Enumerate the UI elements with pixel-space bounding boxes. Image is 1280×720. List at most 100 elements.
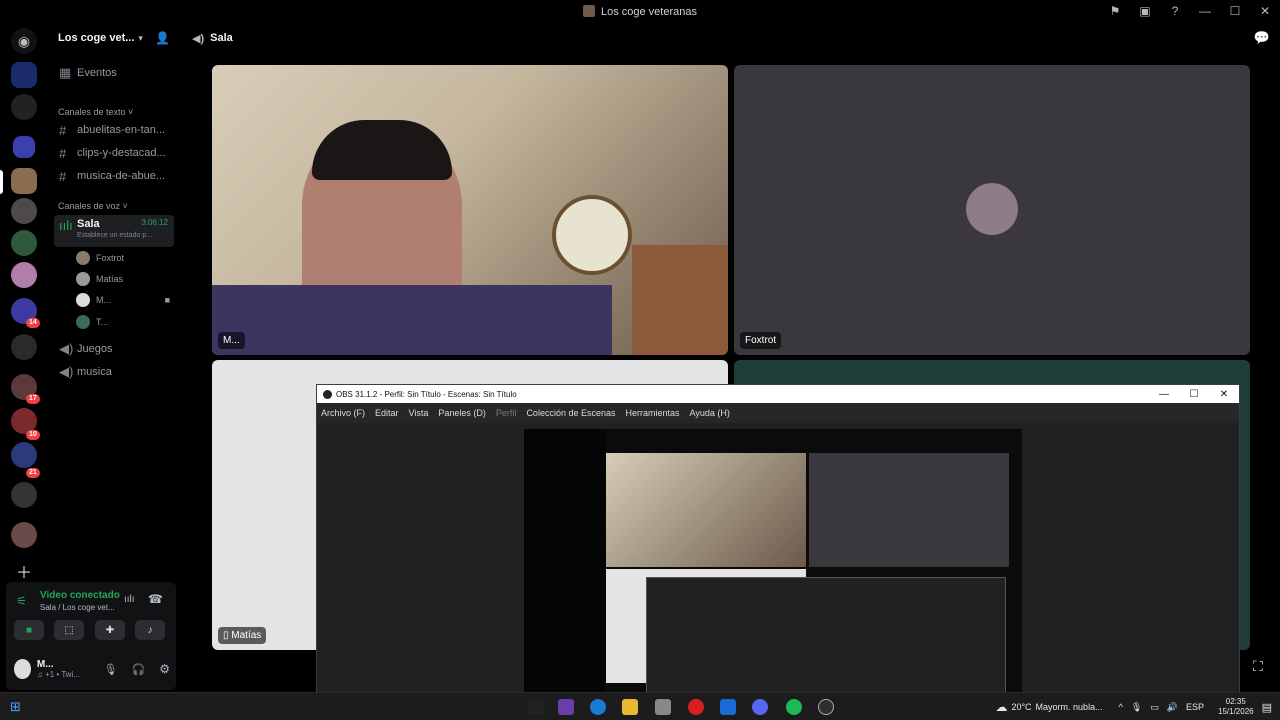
windows-start-icon[interactable]: ⊞: [10, 699, 21, 715]
screen-share-button[interactable]: ⬚: [54, 620, 84, 640]
gear-icon[interactable]: ⚙: [159, 662, 170, 676]
server-folder[interactable]: [11, 522, 37, 548]
obs-menu-editar[interactable]: Editar: [375, 408, 399, 418]
help-icon[interactable]: ?: [1160, 0, 1190, 22]
inbox-icon[interactable]: ⚑: [1100, 0, 1130, 22]
voice-channel-sala[interactable]: ıılı Sala 3:06:12 Establece un estado p..…: [54, 215, 174, 247]
weather-text[interactable]: Mayorm. nubla...: [1036, 702, 1103, 712]
voice-user[interactable]: Foxtrot: [76, 248, 124, 268]
chevron-down-icon: ▾: [138, 32, 143, 43]
store-icon[interactable]: [655, 699, 671, 715]
voice-user[interactable]: Matías: [76, 269, 123, 289]
channel-abuelitas[interactable]: # abuelitas-en-tan...: [54, 119, 174, 141]
obs-preview[interactable]: [524, 429, 1022, 697]
category-text[interactable]: Canales de texto ˅: [58, 107, 133, 117]
obs-menu-ayuda[interactable]: Ayuda (H): [690, 408, 730, 418]
obs-menu-paneles[interactable]: Paneles (D): [438, 408, 486, 418]
soundboard-button[interactable]: ♪: [135, 620, 165, 640]
voice-status[interactable]: Establece un estado p...: [77, 232, 174, 239]
channel-clips[interactable]: # clips-y-destacad...: [54, 142, 174, 164]
voice-user[interactable]: M... ■: [76, 290, 170, 310]
discord-icon[interactable]: [752, 699, 768, 715]
obs-maximize-button[interactable]: ☐: [1179, 385, 1209, 403]
voice-channel-juegos[interactable]: ◀) Juegos: [54, 338, 174, 360]
minimize-button[interactable]: —: [1190, 0, 1220, 22]
weather-temp[interactable]: 20°C: [1011, 702, 1031, 712]
folder-icon[interactable]: [13, 136, 35, 158]
mention-badge: 17: [26, 394, 40, 404]
close-button[interactable]: ✕: [1250, 0, 1280, 22]
user-name: M...: [36, 659, 54, 670]
obs-icon: [323, 389, 332, 399]
spotify-icon[interactable]: [786, 699, 802, 715]
noise-icon[interactable]: ıılı: [124, 594, 135, 605]
tile-label: Foxtrot: [740, 332, 782, 349]
guild-header[interactable]: Los coge vet... ▾ 👤: [48, 22, 180, 54]
file-explorer-icon[interactable]: [622, 699, 638, 715]
voice-channel-musica[interactable]: ◀) musica: [54, 361, 174, 383]
server-avatar[interactable]: [11, 198, 37, 224]
obs-close-button[interactable]: ✕: [1209, 385, 1239, 403]
server-folder[interactable]: [11, 94, 37, 120]
network-icon[interactable]: ▭: [1150, 702, 1159, 713]
add-server-icon[interactable]: ＋: [11, 558, 37, 584]
screen-icon[interactable]: ▣: [1130, 0, 1160, 22]
obs-window: OBS 31.1.2 - Perfil: Sin Título - Escena…: [316, 384, 1240, 720]
user-panel: M... ♫ +1 • Twi... 🎙 🎧 ⚙: [14, 654, 170, 684]
obs-menu-vista[interactable]: Vista: [409, 408, 429, 418]
task-view-icon[interactable]: [528, 699, 544, 715]
chat-icon[interactable]: 💬: [1254, 30, 1270, 46]
language-indicator[interactable]: ESP: [1186, 702, 1204, 712]
window-title: Los coge veteranas: [0, 4, 1280, 18]
outlook-icon[interactable]: [720, 699, 736, 715]
video-chair: [632, 245, 728, 355]
user-status: ♫ +1 • Twi...: [36, 670, 81, 679]
video-tile-foxtrot[interactable]: Foxtrot: [734, 65, 1250, 355]
voice-connected-status[interactable]: Video conectado: [40, 590, 120, 601]
opera-icon[interactable]: [688, 699, 704, 715]
invite-icon[interactable]: 👤: [155, 31, 170, 45]
avatar: [76, 293, 90, 307]
clock[interactable]: 02:35 15/1/2026: [1218, 697, 1254, 717]
camera-icon: ■: [164, 295, 170, 305]
voice-user[interactable]: T...: [76, 312, 108, 332]
maximize-button[interactable]: ☐: [1220, 0, 1250, 22]
obs-menu-archivo[interactable]: Archivo (F): [321, 408, 365, 418]
server-los-coge-veteranas[interactable]: [11, 168, 37, 194]
mic-tray-icon[interactable]: 🎙: [1131, 702, 1142, 713]
server-avatar[interactable]: [11, 262, 37, 288]
server-avatar[interactable]: [11, 482, 37, 508]
signal-icon[interactable]: ⚟: [16, 594, 27, 608]
fullscreen-icon[interactable]: ⛶: [1253, 658, 1263, 675]
video-tile-m[interactable]: M...: [212, 65, 728, 355]
camera-button[interactable]: ■: [14, 620, 44, 640]
obs-menu-herramientas[interactable]: Herramientas: [626, 408, 680, 418]
headphones-icon[interactable]: 🎧: [132, 663, 146, 676]
obs-titlebar[interactable]: OBS 31.1.2 - Perfil: Sin Título - Escena…: [317, 385, 1239, 403]
edge-icon[interactable]: [590, 699, 606, 715]
discord-home-icon[interactable]: ◉: [11, 28, 37, 54]
disconnect-icon[interactable]: ☎: [148, 592, 163, 606]
mic-icon[interactable]: 🎙: [104, 663, 118, 676]
copilot-icon[interactable]: [558, 699, 574, 715]
guild-name: Los coge vet...: [58, 32, 135, 44]
server-csgo-skins[interactable]: [11, 62, 37, 88]
server-folder[interactable]: [11, 442, 37, 468]
speaker-icon: ◀): [59, 364, 74, 379]
events-link[interactable]: ▦ Eventos: [54, 62, 174, 84]
notification-icon[interactable]: ▤: [1262, 701, 1272, 714]
server-avatar[interactable]: [11, 230, 37, 256]
avatar[interactable]: [14, 659, 31, 679]
server-avatar[interactable]: [11, 334, 37, 360]
obs-minimize-button[interactable]: —: [1149, 385, 1179, 403]
speaker-icon: ◀): [192, 32, 205, 45]
obs-menu-perfil[interactable]: Perfil: [496, 408, 517, 418]
volume-icon[interactable]: 🔊: [1167, 702, 1178, 713]
category-voice[interactable]: Canales de voz ˅: [58, 201, 128, 211]
tray-chevron-icon[interactable]: ^: [1119, 702, 1123, 712]
obs-taskbar-icon[interactable]: [818, 699, 834, 715]
activities-button[interactable]: ✚: [95, 620, 125, 640]
channel-musica-de-abue[interactable]: # musica-de-abue...: [54, 165, 174, 187]
preview-inner: [727, 600, 887, 670]
obs-menu-coleccion[interactable]: Colección de Escenas: [526, 408, 615, 418]
